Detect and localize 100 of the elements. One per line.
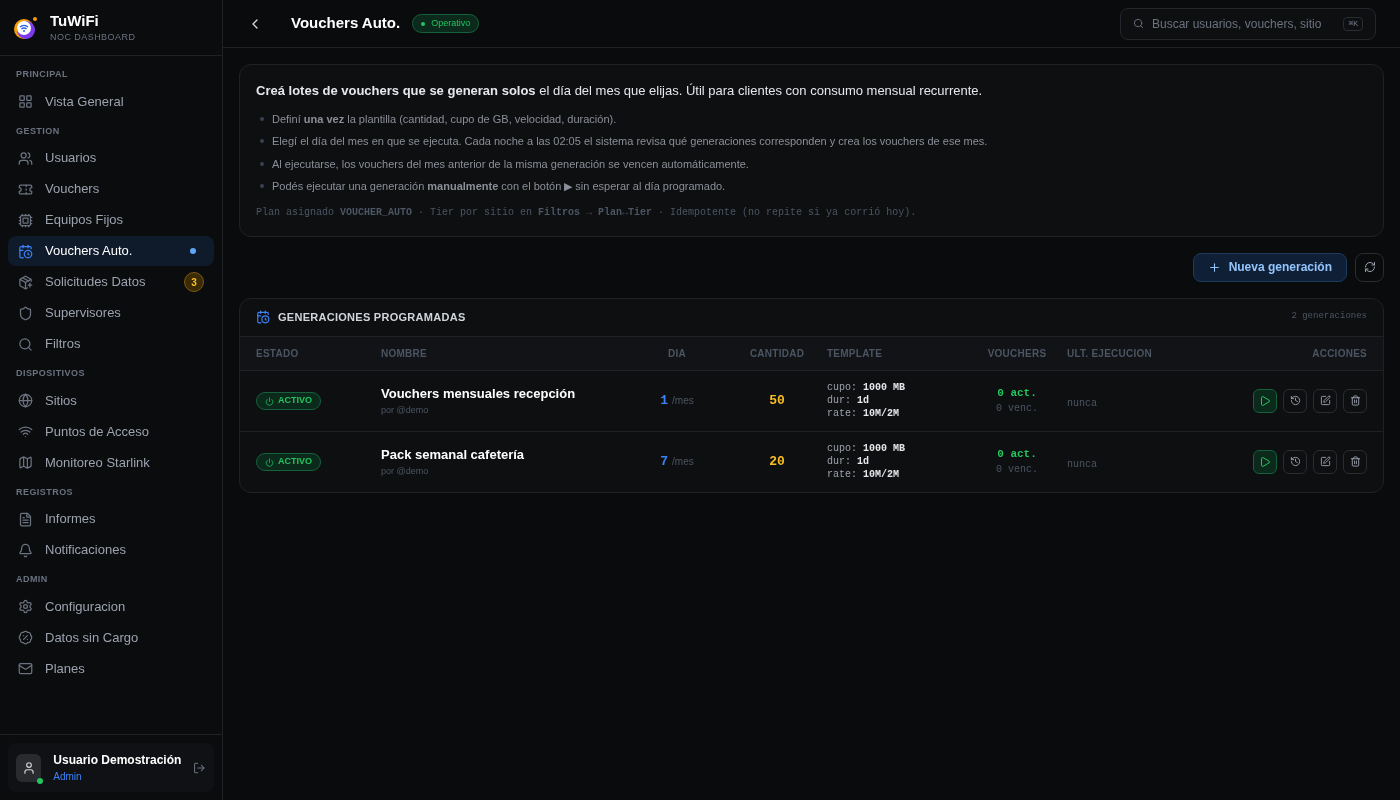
shortcut-key: ⌘K: [1343, 16, 1363, 31]
column-header: ULT. EJECUCION: [1067, 347, 1152, 359]
user-icon: [21, 760, 36, 775]
sidebar-item[interactable]: Notificaciones: [8, 535, 214, 565]
sidebar-item[interactable]: Monitoreo Starlink: [8, 447, 214, 478]
sidebar-item[interactable]: Vista General: [8, 86, 214, 117]
expired-vouchers: 0 venc.: [996, 463, 1038, 478]
user-name: Usuario Demostración: [53, 752, 182, 769]
template-line: cupo: 1000 MB: [827, 442, 907, 455]
bullet-text: Definí una vez la plantilla (cantidad, cupo de GB, velocidad, duración).: [272, 111, 617, 127]
search-icon: [18, 336, 33, 352]
column-header: ESTADO: [256, 347, 299, 359]
owner-text: por @demo: [381, 464, 430, 478]
calendar-icon: [256, 310, 270, 324]
sidebar-item[interactable]: Usuarios: [8, 143, 214, 173]
edit-icon: [1319, 456, 1331, 467]
discount-icon: [18, 630, 33, 645]
last-run: nunca: [1067, 458, 1097, 470]
generation-name: Pack semanal cafetería: [381, 446, 526, 464]
bullet-text: Elegí el día del mes en que se ejecuta. Cada noche a las 02:05 el sistema revisa qué generaciones corresponden y crea los vouchers de ese mes.: [272, 134, 988, 149]
column-header: DIA: [668, 347, 686, 359]
template-line: dur: 1d: [827, 394, 871, 407]
expired-vouchers: 0 venc.: [996, 402, 1038, 417]
edit-icon: [1319, 395, 1331, 406]
sidebar-item[interactable]: Datos sin Cargo: [8, 622, 214, 653]
column-header: CANTIDAD: [749, 347, 805, 359]
chip-icon: [18, 212, 33, 228]
day-unit: /mes: [672, 454, 694, 469]
run-button[interactable]: [1253, 449, 1277, 474]
sidebar-item[interactable]: Vouchers Auto.: [8, 236, 214, 266]
delete-button[interactable]: [1343, 388, 1367, 413]
sidebar-item[interactable]: Equipos Fijos: [8, 205, 214, 235]
sidebar-item[interactable]: Filtros: [8, 329, 214, 359]
column-header: NOMBRE: [381, 347, 427, 359]
generation-name: Vouchers mensuales recepción: [381, 385, 577, 403]
calendar-icon: [18, 243, 33, 259]
section-heading: ADMIN: [15, 573, 49, 586]
edit-button[interactable]: [1313, 388, 1337, 413]
bullet-text: Al ejecutarse, los vouchers del mes anterior de la misma generación se vencen automáticamente.: [272, 156, 749, 172]
column-header: ACCIONES: [1312, 347, 1367, 359]
section-heading: DISPOSITIVOS: [15, 367, 86, 380]
trash-icon: [1349, 456, 1361, 467]
sidebar-item[interactable]: Vouchers: [8, 174, 214, 204]
sidebar-item[interactable]: Configuracion: [8, 591, 214, 622]
history-icon: [1289, 456, 1301, 467]
delete-button[interactable]: [1343, 449, 1367, 474]
template-line: dur: 1d: [827, 455, 871, 468]
new-generation-button[interactable]: Nueva generación: [1192, 252, 1347, 282]
plus-icon: [1207, 260, 1221, 274]
day-unit: /mes: [672, 393, 694, 408]
run-button[interactable]: [1253, 388, 1277, 413]
wifi-icon: [18, 424, 33, 439]
search-input[interactable]: Buscar usuarios, vouchers, sitio: [1152, 14, 1336, 33]
sidebar-item[interactable]: Supervisores: [8, 298, 214, 328]
last-run: nunca: [1067, 397, 1097, 409]
quantity-value: 20: [769, 452, 785, 471]
note-text: Plan asignado VOUCHER_AUTO · Tier por sitio en Filtros → Plan↔Tier · Idempotente (no repite si ya corrió hoy).: [256, 205, 918, 220]
sidebar-item[interactable]: Planes: [8, 653, 214, 684]
document-icon: [18, 511, 33, 527]
refresh-button[interactable]: [1355, 252, 1384, 282]
page-title: Vouchers Auto.: [291, 13, 401, 34]
history-icon: [1289, 395, 1301, 406]
power-icon: [265, 396, 274, 406]
shield-icon: [18, 305, 33, 321]
logo-icon: [12, 14, 38, 41]
history-button[interactable]: [1283, 449, 1307, 474]
sidebar-item[interactable]: Solicitudes Datos 3: [8, 267, 214, 297]
power-icon: [265, 457, 274, 467]
refresh-icon: [1363, 261, 1376, 273]
day-number: 1: [660, 391, 669, 410]
sidebar-item[interactable]: Puntos de Acceso: [8, 416, 214, 447]
sidebar-item[interactable]: Sitios: [8, 385, 214, 416]
template-line: rate: 10M/2M: [827, 407, 901, 420]
owner-text: por @demo: [381, 403, 430, 417]
trash-icon: [1349, 395, 1361, 406]
search-icon: [1133, 18, 1144, 29]
quantity-value: 50: [769, 391, 785, 410]
history-button[interactable]: [1283, 388, 1307, 413]
play-icon: [1259, 455, 1271, 468]
sidebar-item[interactable]: Informes: [8, 504, 214, 534]
settings-icon: [18, 599, 33, 614]
map-icon: [18, 455, 33, 470]
brand-name: TuWiFi: [50, 10, 100, 31]
users-icon: [18, 150, 33, 166]
column-header: TEMPLATE: [827, 347, 883, 359]
column-header: VOUCHERS: [987, 347, 1047, 359]
edit-button[interactable]: [1313, 449, 1337, 474]
count-badge: 3: [184, 272, 204, 292]
ticket-icon: [18, 181, 33, 197]
intro-text: Creá lotes de vouchers que se generan solos el día del mes que elijas. Útil para clientes con consumo mensual recurrente.: [256, 82, 984, 100]
section-heading: PRINCIPAL: [15, 68, 69, 81]
grid-icon: [18, 94, 33, 109]
panel-title: GENERACIONES PROGRAMADAS: [278, 309, 467, 325]
logout-icon[interactable]: [193, 760, 206, 775]
section-heading: REGISTROS: [15, 485, 75, 499]
status-pill: Operativo: [412, 14, 480, 33]
active-vouchers: 0 act.: [997, 385, 1037, 401]
globe-icon: [18, 393, 33, 408]
search-field[interactable]: Buscar usuarios, vouchers, sitio ⌘K: [1120, 7, 1376, 40]
status-badge: ACTIVO: [256, 392, 321, 410]
